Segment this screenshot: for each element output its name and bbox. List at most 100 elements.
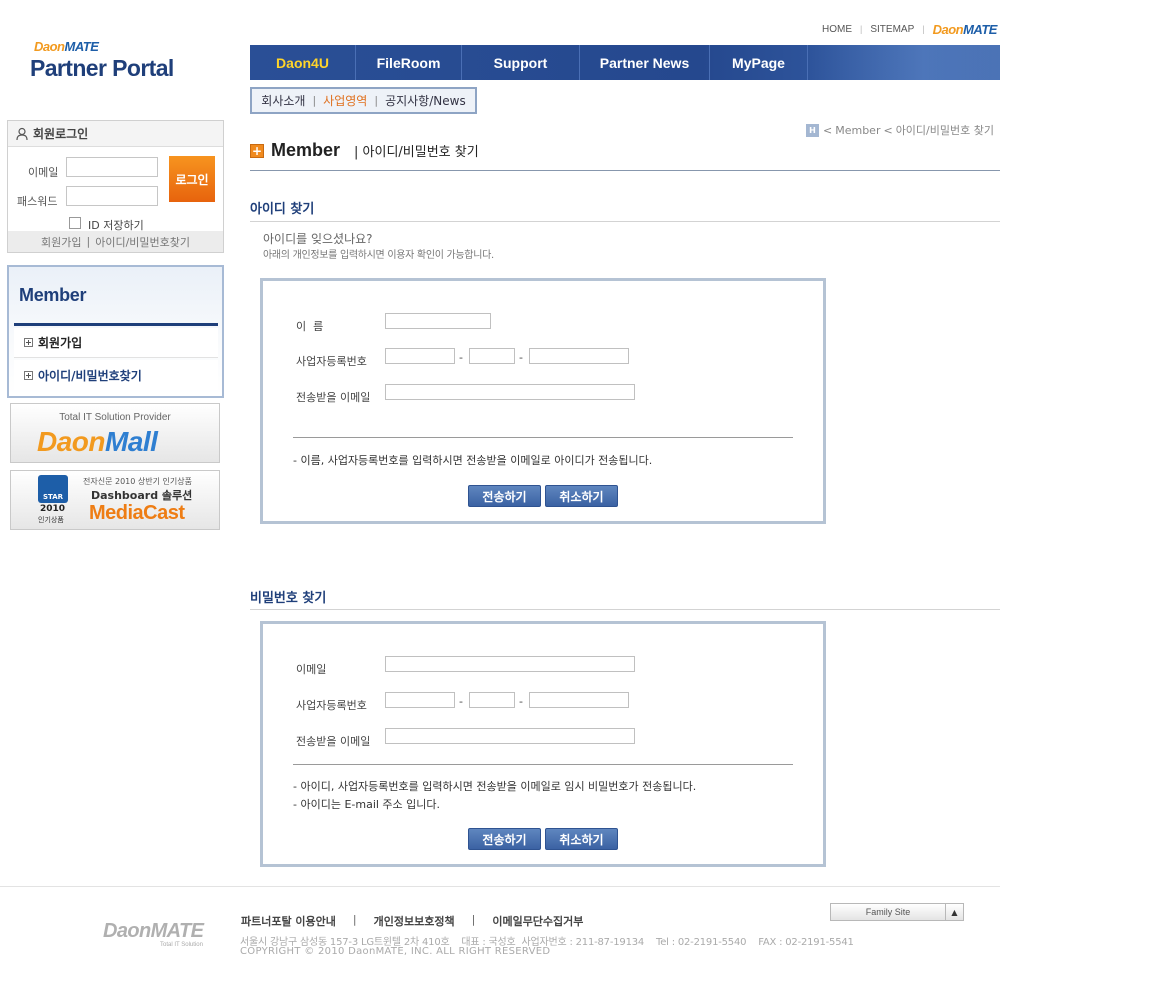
find-id-note: - 이름, 사업자등록번호를 입력하시면 전송받을 이메일로 아이디가 전송됩니… [293,454,653,467]
nav-daon4u[interactable]: Daon4U [250,45,356,80]
breadcrumb-current: 아이디/비밀번호 찾기 [895,124,994,137]
nav-decoration [808,45,1000,80]
pw-biz-number-input-2[interactable] [469,692,515,708]
find-account-link[interactable]: 아이디/비밀번호찾기 [95,234,190,250]
daonmall-tagline: Total IT Solution Provider [59,412,171,423]
footer-logo: DaonMATE [103,920,204,942]
sidemenu-divider [14,323,218,326]
pw-receive-email-input[interactable] [385,728,635,744]
mediacast-caption: Dashboard 솔루션 [91,489,193,502]
login-header: 회원로그인 [8,121,223,147]
daonmall-banner[interactable]: Total IT Solution Provider DaonMall [10,403,220,463]
name-label: 이 름 [296,320,324,333]
pw-biz-number-input-3[interactable] [529,692,629,708]
footer-email-refuse-link[interactable]: 이메일무단수집거부 [492,913,583,929]
find-id-title: 아이디 찾기 [250,202,315,217]
sub-menu: 회사소개 | 사업영역 | 공지사항/News [250,87,477,114]
receive-email-label: 전송받을 이메일 [296,391,371,404]
save-id-checkbox[interactable] [69,217,81,229]
global-navigation: Daon4U FileRoom Support Partner News MyP… [250,45,1000,80]
caret-up-icon[interactable]: ▲ [945,904,963,920]
user-icon [16,127,28,140]
nav-partner-news[interactable]: Partner News [580,45,710,80]
find-password-title: 비밀번호 찾기 [250,591,327,606]
breadcrumb-member[interactable]: Member [835,124,880,137]
breadcrumb: H < Member < 아이디/비밀번호 찾기 [806,122,994,138]
biz-number-label: 사업자등록번호 [296,699,367,712]
family-site-select[interactable]: Family Site ▲ [830,903,964,921]
sidemenu-title: Member [19,285,87,305]
family-site-label: Family Site [865,907,911,917]
plus-icon [24,370,33,380]
separator: | [922,24,925,34]
sitemap-link[interactable]: SITEMAP [870,24,914,35]
find-password-submit-button[interactable]: 전송하기 [468,828,541,850]
login-footer-links: 회원가입 | 아이디/비밀번호찾기 [8,231,223,252]
plus-icon [24,338,33,347]
section-divider [250,609,1000,610]
section-divider [250,221,1000,222]
mediacast-logo: MediaCast [89,502,185,524]
daonmate-link[interactable]: DaonMATE [933,22,998,37]
login-title: 회원로그인 [33,127,89,141]
footer-privacy-link[interactable]: 개인정보보호정책 [374,913,455,929]
footer-logo-tagline: Total IT Solution [160,942,203,948]
biz-number-input-3[interactable] [529,348,629,364]
join-link[interactable]: 회원가입 [41,234,81,250]
badge-caption: 인기상품 [38,516,64,524]
separator: | [860,24,863,34]
title-divider [250,170,1000,171]
sidemenu-item-join[interactable]: 회원가입 [14,328,218,358]
page-title-sub: | 아이디/비밀번호 찾기 [354,145,479,160]
find-id-submit-button[interactable]: 전송하기 [468,485,541,507]
receive-email-label: 전송받을 이메일 [296,735,371,748]
mediacast-banner[interactable]: STAR 2010 인기상품 전자신문 2010 상반기 인기상품 Dashbo… [10,470,220,530]
plus-box-icon: + [250,143,264,158]
find-password-note-2: - 아이디는 E-mail 주소 입니다. [293,798,441,811]
email-label: 이메일 [28,166,59,179]
receive-email-input[interactable] [385,384,635,400]
login-password-input[interactable] [66,186,158,206]
footer-guide-link[interactable]: 파트너포탈 이용안내 [241,913,336,929]
badge-year: 2010 [40,504,66,514]
star-badge-icon: STAR [38,475,68,503]
find-id-form: 이 름 사업자등록번호 - - 전송받을 이메일 - 이름, 사업자등록번호를 … [260,278,826,524]
login-email-input[interactable] [66,157,158,177]
email-input[interactable] [385,656,635,672]
pw-biz-number-input-1[interactable] [385,692,455,708]
home-link[interactable]: HOME [822,24,852,35]
name-input[interactable] [385,313,491,329]
login-box: 회원로그인 이메일 패스워드 로그인 ID 저장하기 회원가입 | 아이디/비밀… [7,120,224,253]
form-divider [293,437,793,438]
find-password-form: 이메일 사업자등록번호 - - 전송받을 이메일 - 아이디, 사업자등록번호를… [260,621,826,867]
nav-mypage[interactable]: MyPage [710,45,808,80]
submenu-notice[interactable]: 공지사항/News [385,92,466,109]
biz-number-input-1[interactable] [385,348,455,364]
password-label: 패스워드 [17,195,58,208]
biz-number-input-2[interactable] [469,348,515,364]
top-utility-links: HOME | SITEMAP | DaonMATE [822,22,998,37]
find-password-note-1: - 아이디, 사업자등록번호를 입력하시면 전송받을 이메일로 임시 비밀번호가… [293,780,697,793]
footer-divider [0,886,1000,887]
daonmall-logo: DaonMall [37,426,158,457]
footer-copyright: COPYRIGHT © 2010 DaonMATE, INC. ALL RIGH… [240,946,551,957]
submenu-company[interactable]: 회사소개 [261,92,305,109]
page-title-main: Member [271,140,341,160]
sidemenu-item-find[interactable]: 아이디/비밀번호찾기 [14,360,218,390]
home-icon[interactable]: H [806,123,819,137]
find-id-question: 아이디를 잊으셨나요? [263,232,373,246]
nav-support[interactable]: Support [462,45,580,80]
logo-brand[interactable]: DaonMATE [34,39,99,54]
page-title: + Member | 아이디/비밀번호 찾기 [250,140,479,161]
email-label: 이메일 [296,663,327,676]
find-password-cancel-button[interactable]: 취소하기 [545,828,618,850]
login-button[interactable]: 로그인 [169,156,215,202]
submenu-business[interactable]: 사업영역 [323,92,367,109]
form-divider [293,764,793,765]
logo-title[interactable]: Partner Portal [30,55,174,82]
nav-fileroom[interactable]: FileRoom [356,45,462,80]
biz-number-label: 사업자등록번호 [296,355,367,368]
side-member-menu: Member 회원가입 아이디/비밀번호찾기 [7,265,224,398]
find-id-cancel-button[interactable]: 취소하기 [545,485,618,507]
footer-links: 파트너포탈 이용안내 | 개인정보보호정책 | 이메일무단수집거부 [241,913,584,929]
